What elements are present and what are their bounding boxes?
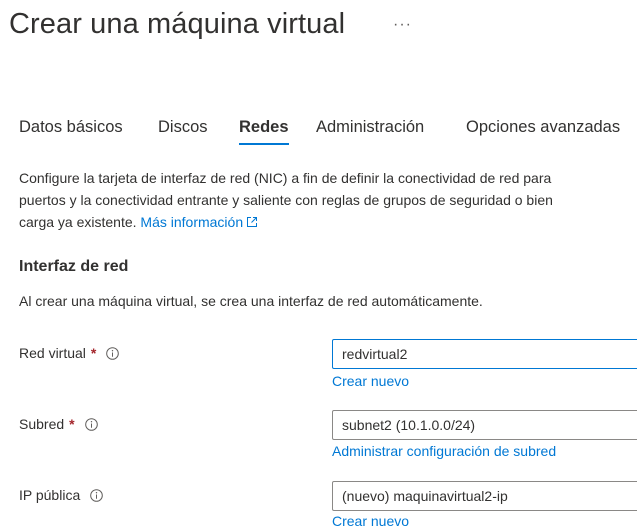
subred-label: Subred [19, 416, 65, 432]
tab-redes[interactable]: Redes [239, 118, 289, 145]
page-title: Crear una máquina virtual [9, 8, 346, 40]
info-icon[interactable] [90, 488, 104, 502]
section-description: Al crear una máquina virtual, se crea un… [19, 293, 483, 309]
more-info-link[interactable]: Más información [140, 214, 258, 230]
ip-publica-label: IP pública [19, 487, 81, 503]
description-line-3: carga ya existente. Más información [19, 211, 637, 233]
external-link-icon [247, 217, 258, 227]
required-marker: * [69, 416, 75, 432]
field-label-ip-publica: IP pública [19, 487, 104, 503]
description-line-2: puertos y la conectividad entrante y sal… [19, 192, 553, 208]
ip-publica-crear-nuevo-link[interactable]: Crear nuevo [332, 513, 409, 529]
more-actions-button[interactable]: ··· [393, 16, 412, 34]
tab-datos-basicos[interactable]: Datos básicos [19, 118, 123, 145]
subred-select[interactable]: subnet2 (10.1.0.0/24) [332, 410, 637, 440]
tab-opciones-avanzadas[interactable]: Opciones avanzadas [466, 118, 620, 145]
red-virtual-crear-nuevo-link[interactable]: Crear nuevo [332, 373, 409, 389]
field-label-subred: Subred * [19, 416, 98, 432]
page-description: Configure la tarjeta de interfaz de red … [19, 167, 637, 233]
description-line-3-text: carga ya existente. [19, 214, 137, 230]
info-icon[interactable] [84, 417, 98, 431]
field-label-red-virtual: Red virtual * [19, 345, 120, 361]
required-marker: * [90, 345, 97, 361]
more-info-link-label: Más información [140, 214, 244, 230]
info-icon[interactable] [106, 346, 120, 360]
red-virtual-label: Red virtual [19, 345, 86, 361]
red-virtual-select[interactable]: redvirtual2 [332, 339, 637, 369]
ip-publica-select[interactable]: (nuevo) maquinavirtual2-ip [332, 481, 637, 511]
tab-administracion[interactable]: Administración [316, 118, 424, 145]
administrar-subred-link[interactable]: Administrar configuración de subred [332, 443, 556, 459]
description-line-1: Configure la tarjeta de interfaz de red … [19, 170, 552, 186]
section-title-interfaz-de-red: Interfaz de red [19, 258, 129, 275]
tab-discos[interactable]: Discos [158, 118, 208, 145]
